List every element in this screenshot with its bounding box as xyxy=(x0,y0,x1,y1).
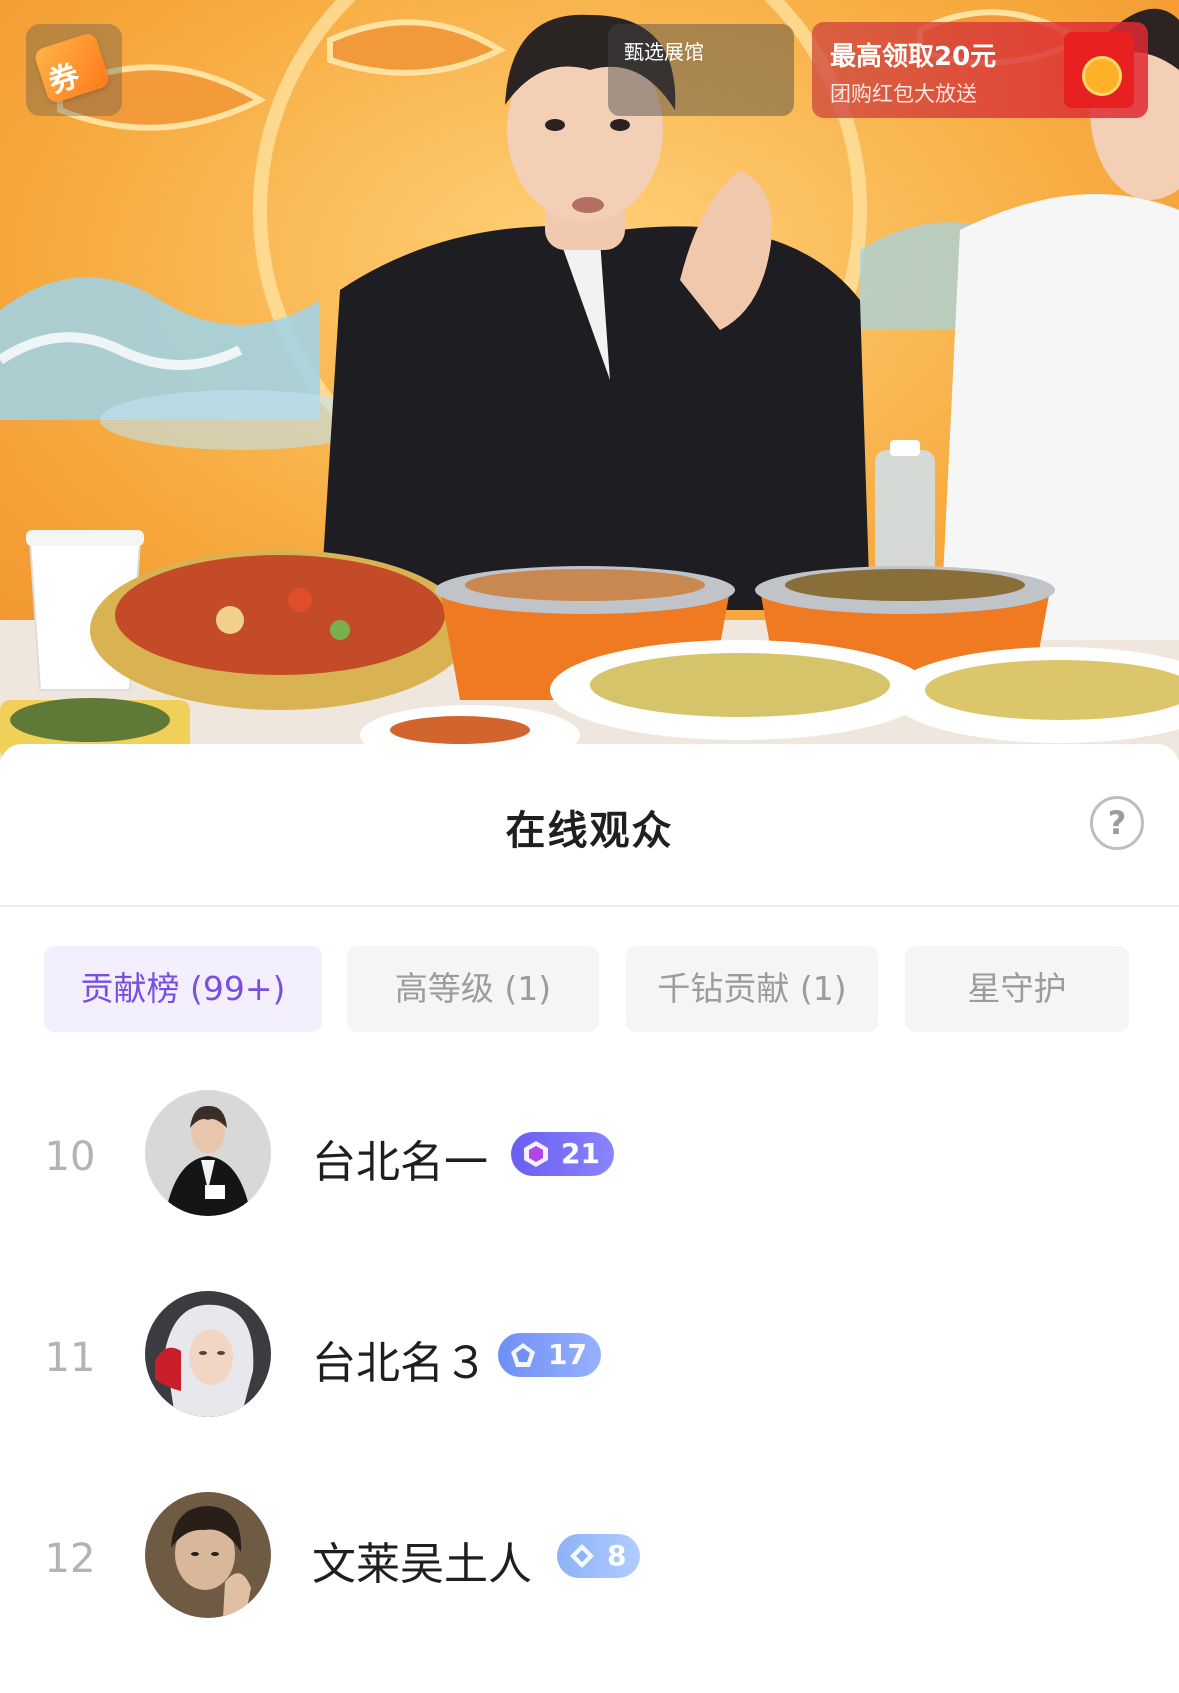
tab-diamond-contribution[interactable]: 千钻贡献 (1) xyxy=(626,946,878,1032)
ranking-tabs: 贡献榜 (99+) 高等级 (1) 千钻贡献 (1) 星守护 xyxy=(0,946,1179,1032)
red-packet-title: 最高领取20元 xyxy=(830,42,997,72)
viewer-name: 台北名３ xyxy=(312,1338,488,1389)
red-packet-subtitle: 团购红包大放送 xyxy=(830,82,977,106)
red-envelope-icon xyxy=(1064,32,1134,108)
question-icon: ? xyxy=(1107,804,1127,842)
diamond-gem-icon xyxy=(570,1544,594,1568)
avatar[interactable] xyxy=(145,1291,271,1417)
tab-contribution[interactable]: 贡献榜 (99+) xyxy=(44,946,322,1032)
level-badge: 17 xyxy=(498,1333,601,1377)
viewer-list: 10 台北名一 21 11 台北名３ 17 12 文莱吴土人 8 xyxy=(0,1090,1179,1693)
rank-number: 11 xyxy=(44,1335,96,1381)
sheet-title: 在线观众 xyxy=(505,808,674,854)
pentagon-gem-icon xyxy=(511,1343,535,1367)
level-value: 21 xyxy=(561,1137,600,1170)
tab-high-level[interactable]: 高等级 (1) xyxy=(347,946,599,1032)
showroom-label: 甄选展馆 xyxy=(624,40,704,64)
level-value: 17 xyxy=(548,1338,587,1371)
red-packet-banner[interactable]: 最高领取20元 团购红包大放送 xyxy=(812,22,1148,118)
coupon-button[interactable]: 券 xyxy=(26,24,122,116)
level-badge: 8 xyxy=(557,1534,641,1578)
viewer-name: 台北名一 xyxy=(312,1137,488,1188)
list-item[interactable]: 12 文莱吴土人 8 xyxy=(0,1492,1179,1693)
tab-star-guardian[interactable]: 星守护 xyxy=(905,946,1129,1032)
avatar[interactable] xyxy=(145,1492,271,1618)
help-button[interactable]: ? xyxy=(1090,796,1144,850)
rank-number: 12 xyxy=(44,1536,96,1582)
avatar[interactable] xyxy=(145,1090,271,1216)
online-viewers-sheet: 在线观众 ? 贡献榜 (99+) 高等级 (1) 千钻贡献 (1) 星守护 10 xyxy=(0,744,1179,1653)
coin-icon xyxy=(1082,56,1122,96)
list-item[interactable]: 11 台北名３ 17 xyxy=(0,1291,1179,1492)
viewer-name: 文莱吴土人 xyxy=(312,1539,532,1590)
level-value: 8 xyxy=(607,1539,627,1572)
rank-number: 10 xyxy=(44,1134,96,1180)
live-video[interactable]: 券 甄选展馆 最高领取20元 团购红包大放送 xyxy=(0,0,1179,760)
level-badge: 21 xyxy=(511,1132,614,1176)
hexagon-gem-icon xyxy=(524,1141,548,1167)
header-divider xyxy=(0,905,1179,907)
showroom-entry[interactable]: 甄选展馆 xyxy=(608,24,794,116)
list-item[interactable]: 10 台北名一 21 xyxy=(0,1090,1179,1291)
